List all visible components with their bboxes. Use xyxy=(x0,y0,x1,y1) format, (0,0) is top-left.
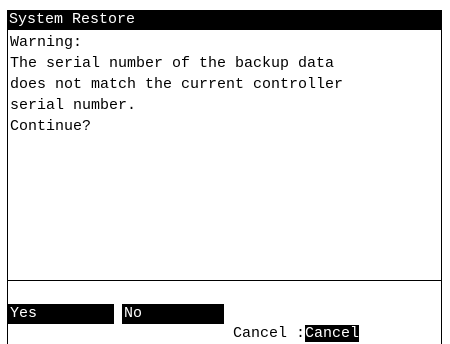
dialog-title: System Restore xyxy=(7,10,442,30)
cancel-row: Cancel :Cancel xyxy=(233,324,360,344)
cancel-prefix-label: Cancel : xyxy=(233,325,306,342)
message-line: serial number. xyxy=(10,97,137,114)
divider xyxy=(7,280,442,281)
message-line: Warning: xyxy=(10,34,83,51)
message-line: Continue? xyxy=(10,118,92,135)
message-line: The serial number of the backup data xyxy=(10,55,335,72)
no-button[interactable]: No xyxy=(122,304,224,324)
yes-button[interactable]: Yes xyxy=(8,304,114,324)
warning-message: Warning: The serial number of the backup … xyxy=(10,32,438,137)
message-line: does not match the current controller xyxy=(10,76,344,93)
cancel-button[interactable]: Cancel xyxy=(305,325,360,342)
